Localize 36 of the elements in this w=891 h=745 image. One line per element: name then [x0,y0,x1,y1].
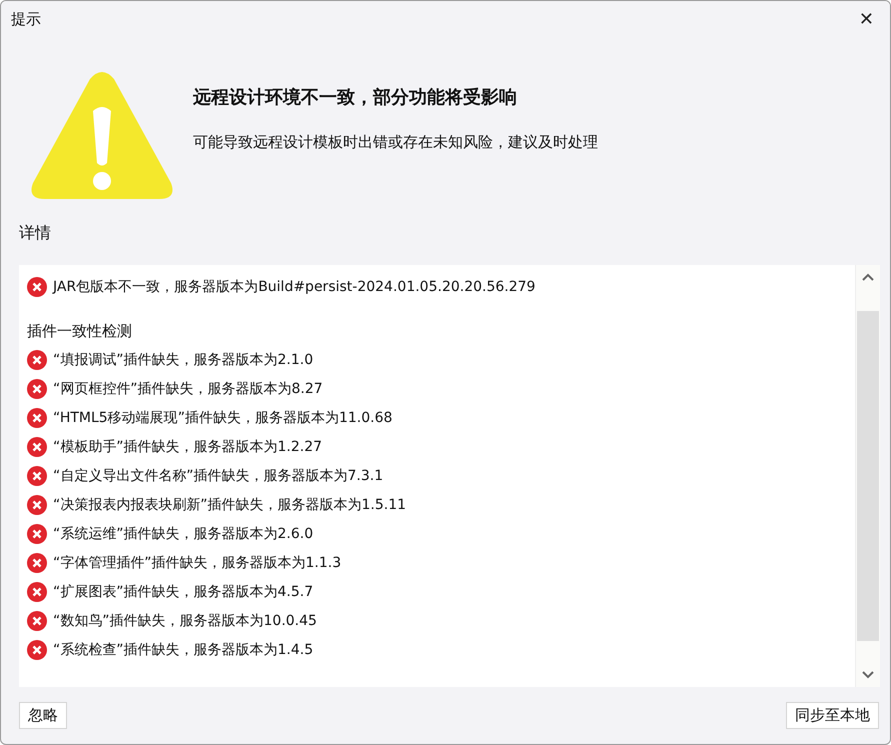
error-icon [27,524,47,544]
error-message: “模板助手”插件缺失，服务器版本为1.2.27 [53,438,322,456]
error-message: “数知鸟”插件缺失，服务器版本为10.0.45 [53,612,317,630]
window-title: 提示 [11,10,41,28]
warning-heading: 远程设计环境不一致，部分功能将受影响 [193,86,518,109]
error-message: “决策报表内报表块刷新”插件缺失，服务器版本为1.5.11 [53,496,406,514]
error-message: “自定义导出文件名称”插件缺失，服务器版本为7.3.1 [53,466,384,484]
error-icon [27,350,47,370]
close-button[interactable]: ✕ [850,6,882,32]
error-message: “系统运维”插件缺失，服务器版本为2.6.0 [53,524,314,542]
error-message: “网页框控件”插件缺失，服务器版本为8.27 [53,380,323,398]
error-icon [27,640,47,660]
error-icon [27,466,47,486]
error-icon [27,277,47,297]
error-icon [27,582,47,602]
error-message: “系统检查”插件缺失，服务器版本为1.4.5 [53,640,314,658]
scroll-down-icon[interactable] [862,671,874,679]
scrollbar[interactable] [855,265,880,687]
error-icon [27,494,47,514]
section-heading: 插件一致性检测 [27,320,133,342]
error-message: JAR包版本不一致，服务器版本为Build#persist-2024.01.05.20.20.56.279 [53,278,536,296]
error-message: “字体管理插件”插件缺失，服务器版本为1.1.3 [53,554,342,572]
error-icon [27,610,47,630]
error-message: “扩展图表”插件缺失，服务器版本为4.5.7 [53,582,314,600]
ignore-button[interactable]: 忽略 [19,702,67,729]
details-label: 详情 [19,223,51,242]
sync-to-local-button[interactable]: 同步至本地 [786,702,879,729]
warning-icon [29,71,175,201]
error-icon [27,408,47,428]
error-message: “填报调试”插件缺失，服务器版本为2.1.0 [53,350,314,368]
error-icon [27,378,47,398]
warning-message: 可能导致远程设计模板时出错或存在未知风险，建议及时处理 [193,133,598,152]
scroll-up-icon[interactable] [862,273,874,281]
error-icon [27,552,47,572]
error-message: “HTML5移动端展现”插件缺失，服务器版本为11.0.68 [53,408,392,426]
error-icon [27,436,47,456]
